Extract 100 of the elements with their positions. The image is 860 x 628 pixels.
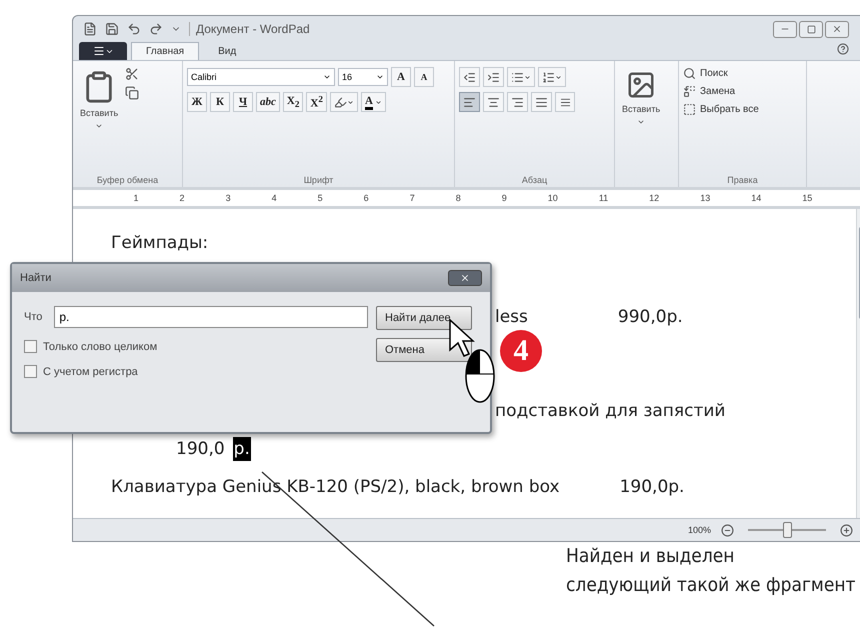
ruler-number: 11 — [598, 193, 608, 203]
picture-icon — [626, 70, 656, 100]
caret-icon — [95, 122, 104, 130]
caret-icon — [374, 98, 382, 106]
font-style-button[interactable]: abc — [256, 92, 280, 112]
select-button[interactable]: Выбрать все — [683, 103, 759, 116]
group-label: Шрифт — [302, 175, 334, 185]
document-text: Геймпады: — [111, 233, 208, 253]
ruler-number: 7 — [410, 193, 415, 203]
cursor-icon — [449, 318, 475, 357]
indent-decrease-icon — [463, 70, 476, 84]
replace-button[interactable]: Замена — [683, 85, 759, 98]
zoom-out-icon[interactable] — [721, 524, 734, 536]
ruler-number: 10 — [548, 193, 558, 203]
align-left-button[interactable] — [459, 92, 480, 112]
dialog-button[interactable]: Найти далее — [376, 306, 472, 330]
ruler-number: 4 — [272, 193, 277, 203]
copy-icon — [125, 86, 140, 100]
ruler-number: 15 — [802, 193, 812, 203]
redo-icon — [149, 22, 163, 36]
font-style-button[interactable]: Ж — [187, 92, 207, 112]
shrink-font-button[interactable]: A — [414, 67, 434, 87]
ribbon-tab[interactable]: Вид — [203, 42, 252, 60]
caret-icon — [555, 74, 562, 80]
document-text: 190,0 — [176, 439, 225, 459]
group-label: Буфер обмена — [96, 175, 160, 185]
indent-decrease-button[interactable] — [459, 67, 480, 87]
caret-icon — [346, 98, 354, 106]
align-center-icon — [487, 96, 500, 108]
grow-font-button[interactable]: A — [391, 67, 411, 87]
menu-icon — [92, 45, 104, 57]
checkbox-label: С учетом регистра — [43, 366, 138, 378]
align-right-icon — [511, 96, 524, 108]
ruler-number: 6 — [364, 193, 369, 203]
maximize-icon — [806, 24, 816, 34]
highlighter-icon — [334, 96, 347, 108]
group-label: Правка — [726, 175, 759, 185]
font-name-field[interactable]: Calibri — [187, 68, 335, 86]
align-center-button[interactable] — [483, 92, 504, 112]
search-field[interactable]: р. — [54, 306, 368, 328]
find-button[interactable]: Поиск — [683, 67, 759, 80]
document-icon — [83, 22, 97, 36]
list-button[interactable] — [507, 67, 535, 87]
price-text: 990,0р. — [618, 307, 683, 327]
callout-caption: Найден и выделен следующий такой же фрагмент — [566, 544, 856, 598]
indent-increase-button[interactable] — [483, 67, 504, 87]
ruler-number: 1 — [134, 193, 139, 203]
ruler-number: 14 — [751, 193, 762, 203]
font-style-button[interactable]: К — [210, 92, 230, 112]
ruler-number: 3 — [226, 193, 231, 203]
window-title: Документ - WordPad — [189, 22, 310, 36]
font-style-button[interactable]: X$^{2}$ — [306, 92, 327, 112]
ruler-number: 8 — [456, 193, 461, 203]
group-label: Абзац — [520, 175, 548, 185]
caret-icon — [637, 118, 646, 126]
line-spacing-button[interactable] — [538, 67, 566, 87]
list-icon — [511, 70, 524, 84]
app-menu-button[interactable] — [79, 42, 127, 60]
ruler-number: 9 — [502, 193, 507, 203]
checkbox[interactable] — [24, 340, 37, 353]
caret-icon — [524, 74, 531, 80]
selected-text: р. — [232, 437, 251, 461]
undo-icon — [127, 22, 141, 36]
insert-button[interactable]: Вставить — [619, 67, 664, 185]
save-icon — [105, 22, 119, 36]
align-justify-icon — [535, 96, 548, 108]
ruler-number: 2 — [180, 193, 185, 203]
replace-icon — [683, 85, 696, 98]
close-button[interactable] — [825, 20, 849, 38]
price-text: 190,0р. — [620, 477, 684, 497]
minimize-button[interactable] — [773, 20, 797, 38]
cut-icon — [125, 67, 140, 81]
caret-icon — [376, 73, 384, 81]
close-icon — [832, 24, 842, 34]
select-all-icon — [683, 103, 696, 116]
zoom-slider-thumb[interactable] — [783, 522, 792, 538]
align-left-icon — [463, 96, 476, 108]
close-button[interactable] — [448, 270, 482, 286]
mouse-icon — [465, 349, 495, 403]
highlight-button[interactable] — [330, 92, 358, 112]
paragraph-settings-button[interactable] — [555, 92, 575, 112]
ribbon-tab[interactable]: Главная — [131, 42, 200, 60]
line-spacing-icon — [542, 70, 555, 84]
paste-button[interactable]: Вставить — [77, 67, 122, 175]
document-text: less — [495, 307, 528, 327]
align-justify-button[interactable] — [531, 92, 552, 112]
document-text: подставкой для запястий — [495, 401, 726, 421]
dialog-title: Найти — [20, 272, 52, 284]
maximize-button[interactable] — [799, 20, 823, 38]
checkbox[interactable] — [24, 365, 37, 378]
zoom-in-icon[interactable] — [840, 524, 853, 536]
font-style-button[interactable]: Ч — [233, 92, 253, 112]
close-icon — [460, 273, 470, 283]
paragraph-icon — [560, 96, 570, 108]
font-style-button[interactable]: X$_{2}$ — [282, 92, 304, 112]
font-size-field[interactable]: 16 — [338, 68, 388, 86]
checkbox-label: Только слово целиком — [43, 340, 158, 352]
ruler-number: 12 — [649, 193, 660, 203]
align-right-button[interactable] — [507, 92, 528, 112]
font-color-button[interactable]: A — [360, 92, 386, 112]
